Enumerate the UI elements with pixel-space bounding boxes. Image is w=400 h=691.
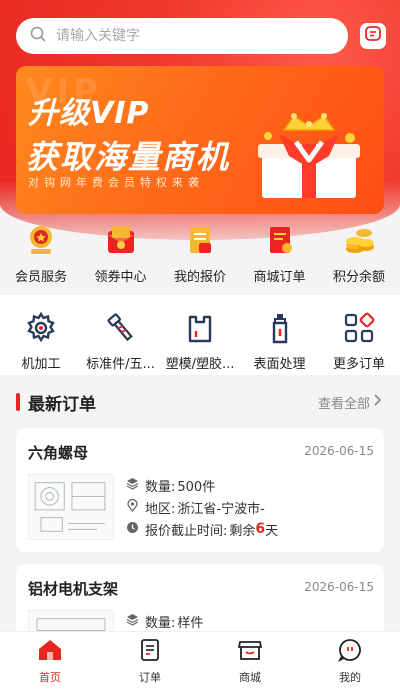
region-value: 浙江省-宁波市-	[177, 501, 265, 517]
section-title: 最新订单	[28, 394, 96, 415]
message-icon	[364, 25, 382, 47]
category-label: 表面处理	[253, 357, 306, 372]
chevron-right-icon	[370, 393, 384, 411]
gift-box-crown-icon	[258, 113, 360, 198]
coupon-icon	[101, 220, 141, 260]
region-key: 地区:	[145, 501, 176, 517]
search-box[interactable]	[16, 18, 348, 54]
order-date: 2026-06-15	[304, 444, 374, 458]
location-pin-icon	[126, 498, 139, 516]
order-name: 六角螺母	[28, 444, 89, 462]
order-name: 铝材电机支架	[28, 580, 119, 598]
view-all-link[interactable]: 查看全部	[318, 393, 384, 412]
drawing-thumbnail	[28, 474, 114, 540]
message-button[interactable]	[360, 23, 386, 49]
category-label: 机加工	[21, 357, 61, 372]
quick-label: 会员服务	[14, 270, 67, 285]
layers-icon	[126, 613, 139, 630]
tab-mine[interactable]: 我的	[300, 632, 400, 691]
profile-icon	[337, 638, 362, 666]
region-line: 地区: 浙江省-宁波市-	[126, 496, 278, 518]
home-icon	[37, 638, 63, 666]
deadline-key: 报价截止时间:	[145, 523, 228, 539]
quote-scroll-icon	[180, 220, 220, 260]
quick-coupon-center[interactable]: 领券中心	[82, 220, 160, 290]
section-accent-bar	[16, 393, 20, 411]
category-more-orders[interactable]: 更多订单	[320, 308, 398, 372]
member-badge-icon	[21, 220, 61, 260]
order-list-icon	[138, 638, 162, 666]
qty-line: 数量: 500件	[126, 474, 278, 496]
order-info: 数量: 500件 地区: 浙江省-宁波市- 报价截止时间: 剩余 6 天	[126, 474, 278, 540]
category-machining[interactable]: 机加工	[2, 308, 80, 372]
tab-label: 订单	[139, 671, 161, 684]
search-input[interactable]	[56, 28, 276, 44]
search-icon	[30, 26, 46, 46]
qty-key: 数量:	[145, 479, 176, 495]
quick-label: 积分余额	[332, 270, 385, 285]
order-info: 数量: 样件	[126, 610, 203, 632]
tab-home[interactable]: 首页	[0, 632, 100, 691]
spray-bottle-icon	[260, 308, 300, 347]
category-standard-parts[interactable]: 标准件/五...	[82, 308, 160, 372]
clock-icon	[126, 521, 139, 538]
quick-points-balance[interactable]: 积分余额	[320, 220, 398, 290]
coins-icon	[339, 220, 379, 260]
category-label: 更多订单	[332, 357, 385, 372]
order-doc-icon	[260, 220, 300, 260]
grid-more-icon	[339, 308, 379, 347]
bottom-tab-bar: 首页 订单 商城 我的	[0, 631, 400, 691]
tab-label: 商城	[239, 671, 261, 684]
qty-key: 数量:	[145, 615, 176, 631]
tab-label: 我的	[339, 671, 361, 684]
vip-banner[interactable]: VIP 升级VIP 获取海量商机 对钩网年费会员特权来袭	[16, 66, 384, 214]
banner-line3: 对钩网年费会员特权来袭	[28, 176, 204, 189]
deadline-suffix: 天	[265, 523, 279, 539]
quick-menu-row2: 机加工 标准件/五... 塑模/塑胶... 表面处理 更多订单	[0, 308, 400, 372]
banner-line1: 升级VIP	[28, 96, 150, 131]
qty-value: 500件	[177, 479, 216, 495]
quick-label: 商城订单	[253, 270, 306, 285]
quick-menu-row1: 会员服务 领券中心 我的报价 商城订单 积分余额	[0, 220, 400, 290]
category-plastic-mold[interactable]: 塑模/塑胶...	[161, 308, 239, 372]
gear-icon	[21, 308, 61, 347]
store-icon	[237, 638, 263, 666]
order-date: 2026-06-15	[304, 580, 374, 594]
quick-my-quote[interactable]: 我的报价	[161, 220, 239, 290]
deadline-line: 报价截止时间: 剩余 6 天	[126, 518, 278, 540]
order-card[interactable]: 六角螺母 2026-06-15 数量: 500件 地区: 浙江省-宁波市- 报价…	[16, 428, 384, 552]
tab-orders[interactable]: 订单	[100, 632, 200, 691]
view-all-label: 查看全部	[317, 396, 370, 412]
plastic-bag-icon	[180, 308, 220, 347]
qty-line: 数量: 样件	[126, 610, 203, 632]
screw-icon	[101, 308, 141, 347]
deadline-days: 6	[255, 521, 266, 537]
tab-mall[interactable]: 商城	[200, 632, 300, 691]
latest-orders-header: 最新订单 查看全部	[16, 388, 384, 416]
category-surface-treatment[interactable]: 表面处理	[241, 308, 319, 372]
search-bar	[16, 18, 386, 54]
quick-mall-orders[interactable]: 商城订单	[241, 220, 319, 290]
banner-line2: 获取海量商机	[26, 138, 231, 176]
layers-icon	[126, 477, 139, 494]
quick-label: 我的报价	[173, 270, 226, 285]
quick-label: 领券中心	[94, 270, 147, 285]
category-label: 标准件/五...	[86, 357, 155, 372]
deadline-prefix: 剩余	[229, 523, 256, 539]
category-label: 塑模/塑胶...	[165, 357, 235, 372]
qty-value: 样件	[177, 615, 204, 631]
tab-label: 首页	[39, 671, 61, 684]
quick-member-service[interactable]: 会员服务	[2, 220, 80, 290]
